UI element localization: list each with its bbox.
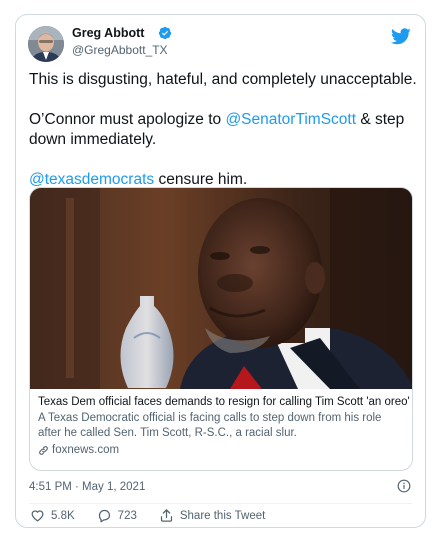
divider — [29, 503, 412, 504]
tweet-timestamp[interactable]: 4:51 PM · May 1, 2021 — [29, 481, 145, 493]
like-button[interactable]: 5.8K — [30, 508, 75, 523]
like-count: 5.8K — [51, 509, 75, 522]
mention-link[interactable]: @SenatorTimScott — [225, 111, 356, 128]
share-icon — [160, 509, 172, 522]
tweet-text-segment: O’Connor must apologize to — [29, 111, 226, 128]
info-icon[interactable] — [397, 479, 411, 493]
tweet-actions: 5.8K 723 Share this Tweet — [30, 508, 287, 523]
verified-badge-icon — [158, 26, 172, 40]
link-card-title: Texas Dem official faces demands to resi… — [38, 396, 410, 408]
author-handle[interactable]: @GregAbbott_TX — [72, 43, 168, 57]
mention-link[interactable]: @texasdemocrats — [29, 171, 154, 188]
reply-button[interactable]: 723 — [97, 508, 137, 523]
share-label: Share this Tweet — [179, 509, 266, 522]
avatar[interactable] — [28, 26, 64, 62]
link-card-description: A Texas Democratic official is facing ca… — [38, 412, 382, 439]
link-card-domain-text: foxnews.com — [52, 444, 120, 456]
reply-count: 723 — [117, 509, 137, 522]
share-button[interactable]: Share this Tweet — [159, 508, 265, 523]
reply-icon — [98, 509, 110, 523]
tweet-card: Greg Abbott @GregAbbott_TX This is disgu… — [15, 14, 426, 528]
author-name[interactable]: Greg Abbott — [72, 26, 144, 40]
twitter-bird-icon[interactable] — [391, 28, 411, 45]
link-icon — [39, 445, 48, 455]
link-card-image — [30, 188, 412, 389]
tweet-text-line: O’Connor must apologize to @SenatorTimSc… — [29, 110, 419, 150]
link-card-domain: foxnews.com — [38, 444, 119, 456]
tweet-text-line: This is disgusting, hateful, and complet… — [29, 71, 417, 88]
heart-icon — [31, 510, 44, 522]
tweet-text: This is disgusting, hateful, and complet… — [29, 70, 419, 190]
link-card[interactable]: Texas Dem official faces demands to resi… — [29, 187, 413, 471]
tweet-text-segment: censure him. — [154, 171, 248, 188]
